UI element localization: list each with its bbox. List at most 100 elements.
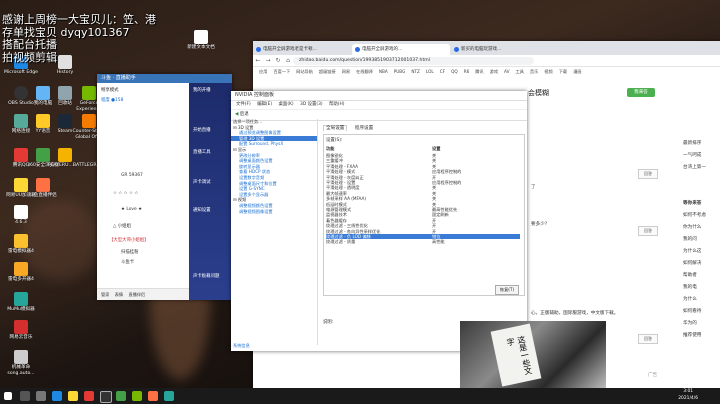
sidebar-link[interactable]: 为什么 [683, 296, 697, 302]
task-view-icon[interactable] [36, 391, 46, 401]
menu-edit[interactable]: 编辑(E) [257, 102, 272, 107]
sidebar-link[interactable]: 华为的 [683, 320, 697, 326]
desktop-icon-pubg[interactable]: PLAYERU...BATTLEGR... [48, 148, 101, 169]
sidebar-link[interactable]: 一气呵成 [683, 152, 701, 158]
browser-tab[interactable]: 电脑开全屏游戏老是卡顿... [253, 44, 351, 55]
bookmark-item[interactable]: 视频 [544, 69, 552, 75]
bookmark-item[interactable]: 网易 [342, 69, 350, 75]
bookmark-item[interactable]: R6 [464, 69, 470, 74]
settings-panel: 全局设置 程序设置 设置(S): 功能 设置 图像锐化关三重缓冲关平滑处理 - … [319, 119, 525, 351]
bookmark-item[interactable]: QQ [451, 69, 458, 74]
baidu-favicon-icon [256, 47, 261, 52]
nvidia-taskbar-icon[interactable] [132, 391, 142, 401]
reply-button[interactable]: 回答 [638, 169, 658, 179]
bookmark-item[interactable]: PUBG [394, 69, 406, 74]
search-icon[interactable] [20, 391, 30, 401]
start-windows-icon[interactable] [4, 392, 12, 400]
bookmark-item[interactable]: 游戏 [490, 69, 498, 75]
back-arrow-icon[interactable]: ◀ [235, 112, 238, 117]
douyu-taskbar-icon[interactable] [148, 391, 158, 401]
desktop: Microsoft Edge OBS Studio 网络连接 腾讯QQ 网易UU… [0, 0, 720, 388]
browser-taskbar-icon[interactable] [116, 391, 126, 401]
bookmark-item[interactable]: 应用 [259, 69, 267, 75]
sidebar-link[interactable]: 最新排序 [683, 140, 701, 146]
sidebar-link[interactable]: 你为什么 [683, 224, 701, 230]
bookmark-item[interactable]: 网站导航 [296, 69, 313, 75]
sidebar-link[interactable]: 为什么这 [683, 248, 701, 254]
bookmark-item[interactable]: 在线翻译 [356, 69, 373, 75]
sidebar-link[interactable]: 帮助者 [683, 272, 697, 278]
reply-button[interactable]: 回答 [638, 334, 658, 344]
desktop-icon-song[interactable]: 机械革命 song.auto... [4, 350, 38, 376]
explorer-taskbar-icon[interactable] [68, 391, 78, 401]
sidebar-link[interactable]: 我的电 [683, 284, 697, 290]
ldmulti-icon [14, 262, 28, 276]
tab-global-settings[interactable]: 全局设置 [323, 125, 348, 131]
back-button[interactable]: 后退 [240, 112, 249, 117]
bookmark-item[interactable]: 百度一下 [273, 69, 290, 75]
desktop-icon-douyu[interactable]: 斗鱼直播伴侣 [26, 178, 60, 199]
live-nav-item[interactable]: 通知设置 [193, 207, 211, 213]
menu-file[interactable]: 文件(F) [236, 102, 251, 107]
setting-row[interactable]: 纹理过滤 - 质量 高性能 [326, 239, 520, 244]
live-nav-item[interactable]: 我的开播 [193, 87, 211, 93]
sidebar-link[interactable]: 推荐使用 [683, 332, 701, 338]
system-info-link[interactable]: 系统信息 [233, 343, 250, 349]
setting-value[interactable]: 高性能 [432, 239, 445, 244]
obs-taskbar-icon[interactable] [100, 391, 112, 403]
bookmark-item[interactable]: NBA [379, 69, 388, 74]
answer-button[interactable]: 我来答 [627, 88, 655, 97]
sidebar-link[interactable]: 如何解决 [683, 260, 701, 266]
bookmark-item[interactable]: 工具 [516, 69, 524, 75]
question-title: 会模糊 [528, 89, 549, 97]
tab-program-settings[interactable]: 程序设置 [355, 126, 373, 131]
desktop-icon-version[interactable]: 4.6.3 [4, 205, 38, 226]
menu-3d[interactable]: 3D 设置(3) [300, 102, 323, 107]
desktop-icon-mumu[interactable]: MuMu模拟器 [4, 292, 38, 313]
app-taskbar-icon[interactable] [164, 391, 174, 401]
sidebar-link[interactable]: 如何不考虑 [683, 212, 706, 218]
sidebar-link[interactable]: 台湾上第一 [683, 164, 706, 170]
pubg-icon [58, 148, 72, 162]
sidebar-link[interactable]: 如何看待 [683, 308, 701, 314]
chat-tool-button[interactable]: 表情 [115, 292, 123, 297]
menu-desktop[interactable]: 桌面(K) [279, 102, 294, 107]
grid-header-row: 功能 设置 [326, 146, 520, 151]
reply-button[interactable]: 回答 [638, 226, 658, 236]
desktop-icon-ldplayer[interactable]: 雷电模拟器4 [4, 234, 38, 255]
desktop-icon-netease-music[interactable]: 网易云音乐 [4, 320, 38, 341]
bookmark-item[interactable]: AV [504, 69, 509, 74]
bookmark-item[interactable]: LOL [426, 69, 434, 74]
back-icon[interactable]: ← [253, 57, 263, 64]
chat-line: ★ Love ★ [121, 207, 143, 212]
geforce-icon [82, 86, 96, 100]
taskbar-clock[interactable]: 3:01 2021/4/6 [678, 389, 698, 402]
live-nav-item[interactable]: 声卡调试 [193, 179, 211, 185]
desktop-icon-ldmulti[interactable]: 雷电多开器4 [4, 262, 38, 283]
bookmark-item[interactable]: CF [440, 69, 445, 74]
desktop-icon-new-text[interactable]: 新建文本文档 [184, 30, 218, 51]
sidebar-link[interactable]: 我的问 [683, 236, 697, 242]
bookmark-item[interactable]: 超级链接 [319, 69, 336, 75]
live-nav-item[interactable]: 直播工具 [193, 149, 211, 155]
live-nav-item[interactable]: 开始直播 [193, 127, 211, 133]
bookmark-item[interactable]: NTZ [411, 69, 420, 74]
live-nav-item[interactable]: 声卡板载问题 [193, 273, 219, 279]
bookmark-item[interactable]: 腾讯 [475, 69, 483, 75]
edge-taskbar-icon[interactable] [52, 391, 62, 401]
chat-tool-button[interactable]: 直播伴侣 [128, 292, 145, 297]
bookmark-item[interactable]: 下载 [559, 69, 567, 75]
restore-button[interactable]: 恢复(T) [495, 285, 519, 295]
home-icon[interactable]: ⌂ [283, 57, 293, 64]
address-bar[interactable]: zhidao.baidu.com/question/19938519037120… [293, 56, 534, 65]
qq-taskbar-icon[interactable] [84, 391, 94, 401]
chat-tool-button[interactable]: 管家 [101, 292, 109, 297]
menu-help[interactable]: 帮助(H) [329, 102, 345, 107]
reload-icon[interactable]: ↻ [273, 57, 283, 64]
browser-tab[interactable]: 新买的电脑玩游戏... [451, 44, 549, 55]
bookmark-item[interactable]: 音乐 [530, 69, 538, 75]
bookmark-item[interactable]: 漫画 [573, 69, 581, 75]
browser-tab-active[interactable]: 电脑开全屏游戏的... [352, 44, 450, 55]
forward-icon[interactable]: → [263, 57, 273, 64]
task-tree-item[interactable]: 调整视频图像设置 [231, 209, 317, 215]
